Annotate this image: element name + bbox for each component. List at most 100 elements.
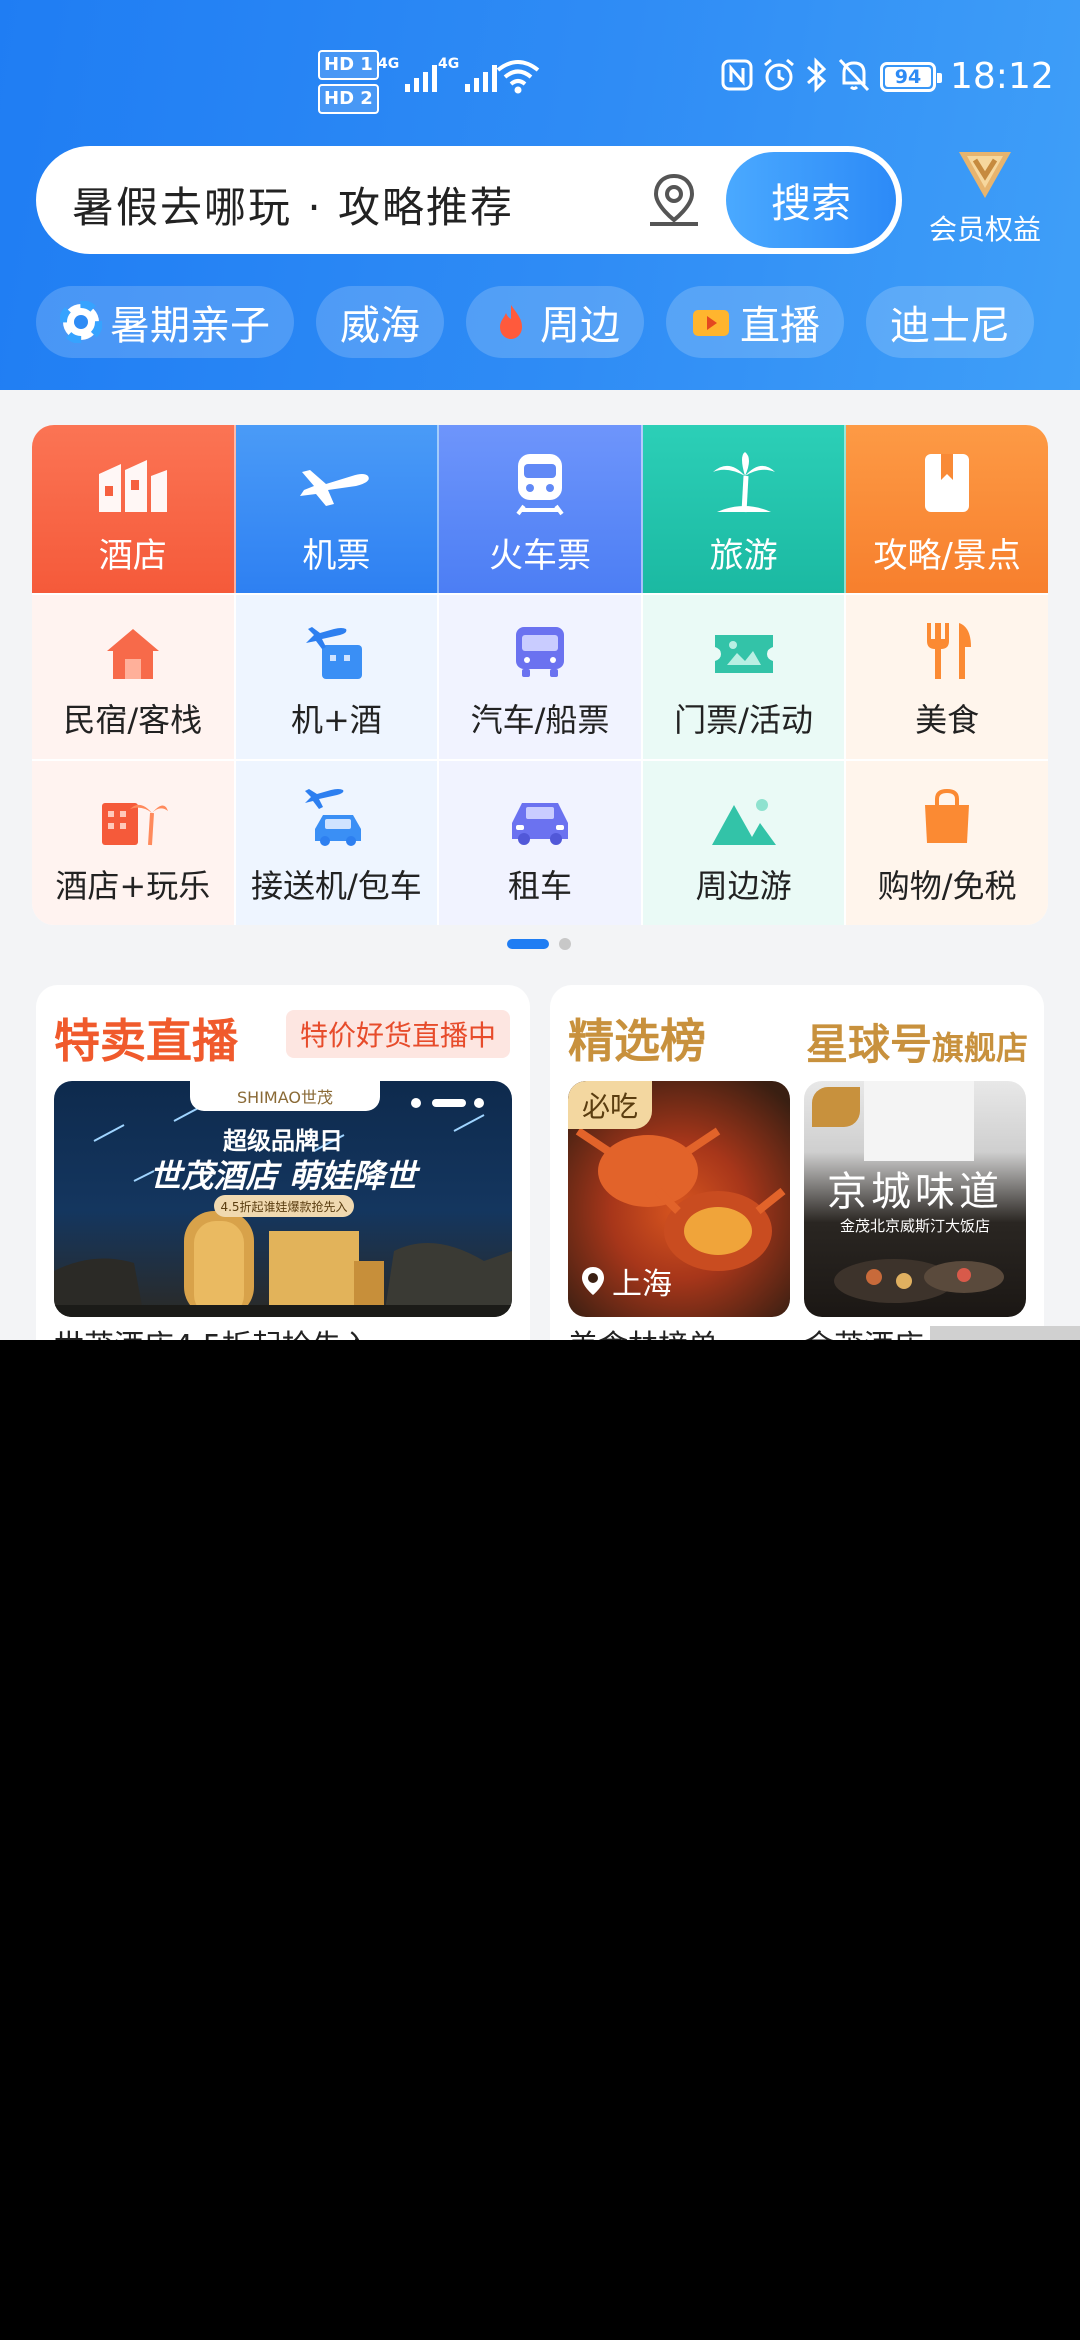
header: HD 1 HD 2 4G 4G 94 18:12 暑假去哪玩 · 攻略推荐 搜索… [0, 0, 1080, 390]
service-bus-ship[interactable]: 汽车/船票 [439, 593, 643, 759]
nfc-icon [721, 59, 753, 91]
service-travel[interactable]: 旅游 [642, 425, 847, 593]
flagship-badge-icon [812, 1087, 860, 1127]
service-label: 攻略/景点 [873, 536, 1021, 576]
alarm-icon [764, 58, 794, 91]
service-label: 门票/活动 [674, 701, 813, 739]
flash-sale-caption: 世茂酒店4.5折起抢先入 [54, 1321, 372, 1340]
main-service-row: 酒店 机票 火车票 旅游 攻略/景点 [32, 425, 1048, 593]
chip-nearby[interactable]: 周边 [466, 286, 644, 358]
service-grid: 酒店 机票 火车票 旅游 攻略/景点 民宿/客栈 机+酒 汽车/船票 门票/活动… [32, 425, 1048, 925]
video-camera-icon [693, 310, 729, 336]
planet-brand-suffix: 旗舰店 [931, 1029, 1028, 1067]
live-tag[interactable]: 特价好货直播中 [285, 1010, 510, 1058]
search-placeholder[interactable]: 暑假去哪玩 · 攻略推荐 [72, 174, 514, 235]
featured-title: 精选榜 [568, 1014, 706, 1068]
service-label: 购物/免税 [877, 867, 1017, 905]
lifebuoy-icon [60, 301, 102, 343]
page-indicator [507, 938, 571, 950]
service-label: 旅游 [709, 536, 778, 576]
brand-strip: SHIMAO世茂 [190, 1081, 380, 1111]
chip-weihai[interactable]: 威海 [316, 286, 444, 358]
service-guide[interactable]: 攻略/景点 [846, 425, 1048, 593]
battery-level: 94 [894, 66, 922, 88]
service-transfer[interactable]: 接送机/包车 [235, 759, 440, 925]
service-car-rental[interactable]: 租车 [439, 759, 643, 925]
planet-brand[interactable]: 星球号旗舰店 [806, 1011, 1028, 1072]
chip-label: 威海 [340, 303, 420, 349]
service-label: 火车票 [488, 536, 591, 576]
bluetooth-icon [807, 57, 827, 93]
service-label: 民宿/客栈 [63, 701, 203, 739]
service-hotel[interactable]: 酒店 [32, 425, 236, 593]
flash-sale-card[interactable]: 特卖直播 特价好货直播中 SHIMAO世茂 超级品牌日 世茂酒店 萌娃降世 4.… [36, 985, 530, 1340]
chip-label: 直播 [740, 303, 820, 349]
service-flight-hotel[interactable]: 机+酒 [235, 593, 440, 759]
signal-2-icon: 4G [438, 56, 498, 92]
ticket-icon [714, 635, 773, 673]
vip-diamond-icon [959, 152, 1011, 198]
service-label: 酒店+玩乐 [55, 867, 211, 905]
search-button[interactable]: 搜索 [726, 152, 896, 248]
chip-disney[interactable]: 迪士尼 [866, 286, 1034, 358]
train-icon [516, 454, 564, 516]
service-food[interactable]: 美食 [846, 593, 1048, 759]
service-train[interactable]: 火车票 [439, 425, 643, 593]
service-label: 机+酒 [290, 701, 382, 739]
service-label: 接送机/包车 [250, 867, 422, 905]
service-label: 租车 [507, 867, 572, 905]
flash-sale-title: 特卖直播 [54, 1014, 238, 1068]
chip-label: 迪士尼 [890, 303, 1010, 349]
clock: 18:12 [950, 56, 1054, 97]
car-plane-icon [305, 789, 362, 846]
restaurant-sub: 金茂北京威斯汀大饭店 [839, 1217, 990, 1235]
chip-live[interactable]: 直播 [666, 286, 844, 358]
search-bar[interactable]: 暑假去哪玩 · 攻略推荐 搜索 [36, 146, 902, 254]
shimao-banner[interactable]: SHIMAO世茂 超级品牌日 世茂酒店 萌娃降世 4.5折起谁娃爆款抢先入 [54, 1081, 512, 1317]
chip-summer-family[interactable]: 暑期亲子 [36, 286, 294, 358]
restaurant-name: 京城味道 [827, 1169, 1003, 1215]
service-label: 酒店 [98, 536, 167, 576]
hotel-fun-icon [101, 803, 168, 846]
house-icon [106, 629, 159, 679]
service-label: 机票 [302, 536, 371, 576]
service-label: 汽车/船票 [470, 701, 610, 739]
service-tickets[interactable]: 门票/活动 [642, 593, 847, 759]
planet-brand-name: 星球号 [805, 1020, 932, 1069]
chip-label: 暑期亲子 [110, 303, 270, 349]
wifi-icon [496, 60, 540, 94]
location-text: 上海 [612, 1267, 672, 1302]
chip-label: 周边 [540, 303, 620, 349]
location-pin-icon[interactable] [642, 168, 706, 232]
restaurant-thumbnail[interactable]: 京城味道 金茂北京威斯汀大饭店 [804, 1081, 1026, 1317]
featured-list-card[interactable]: 精选榜 星球号旗舰店 必吃 上海 京城味道 金茂北京威斯汀大饭店 [550, 985, 1044, 1340]
service-flight[interactable]: 机票 [235, 425, 440, 593]
mute-bell-icon [838, 58, 870, 92]
service-nearby-tour[interactable]: 周边游 [642, 759, 847, 925]
service-shopping[interactable]: 购物/免税 [846, 759, 1048, 925]
featured-caption-right: 金茂酒店 [804, 1321, 924, 1340]
banner-line-2: 世茂酒店 萌娃降世 [149, 1157, 417, 1195]
service-hotel-fun[interactable]: 酒店+玩乐 [32, 759, 236, 925]
page-dot [559, 938, 571, 950]
flight-hotel-icon [306, 627, 363, 679]
crab-thumbnail[interactable]: 必吃 上海 [568, 1081, 790, 1317]
airplane-icon [300, 470, 370, 506]
sim-indicator: HD 1 HD 2 [318, 50, 379, 118]
featured-caption-left: 美食林榜单 [568, 1321, 718, 1340]
vip-label: 会员权益 [928, 213, 1041, 246]
service-label: 美食 [915, 701, 980, 739]
service-label: 周边游 [695, 867, 792, 905]
battery-icon: 94 [880, 62, 942, 92]
mountain-icon [711, 799, 776, 845]
hotel-icon [98, 460, 167, 512]
map-pin-icon [582, 1267, 604, 1295]
shopping-bag-icon [925, 788, 970, 843]
service-homestay[interactable]: 民宿/客栈 [32, 593, 236, 759]
hd2-badge: HD 2 [318, 84, 379, 114]
status-bar: HD 1 HD 2 4G 4G 94 18:12 [0, 0, 1080, 140]
vip-benefits[interactable]: 会员权益 [920, 146, 1050, 256]
quick-chips: 暑期亲子 威海 周边 直播 迪士尼 [36, 286, 1034, 358]
guidebook-icon [925, 454, 970, 512]
must-eat-badge: 必吃 [568, 1081, 652, 1129]
